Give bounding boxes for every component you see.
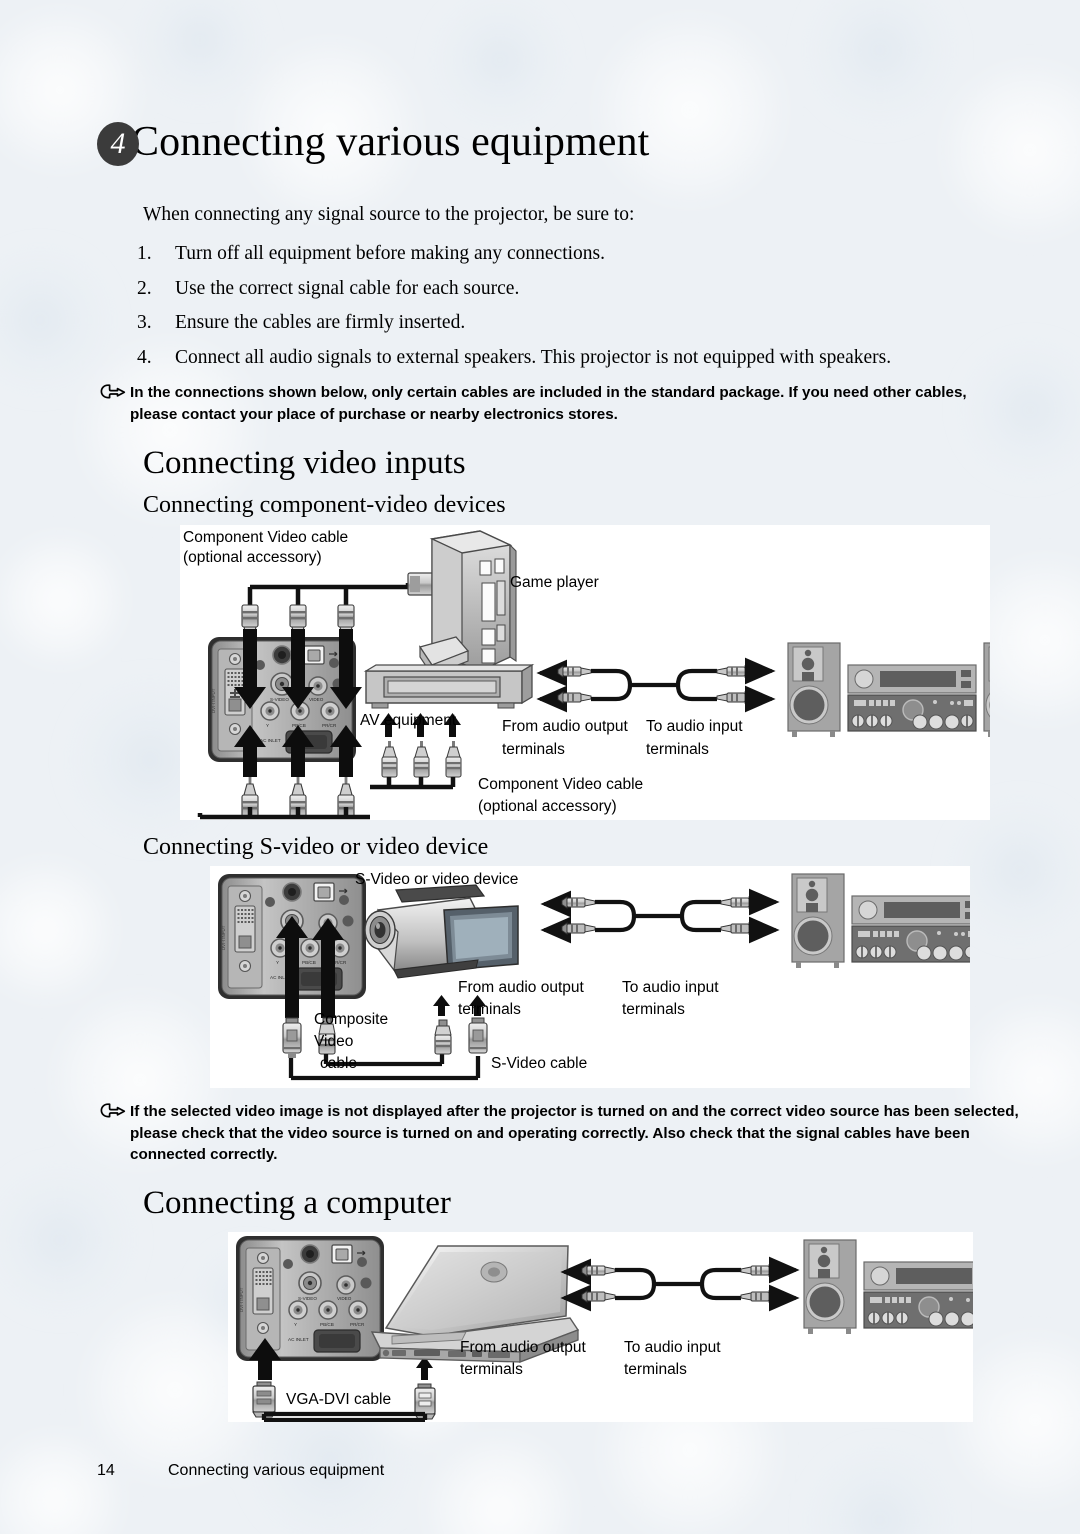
note-text: In the connections shown below, only cer…: [130, 384, 967, 423]
list-item: 2. Use the correct signal cable for each…: [137, 278, 1017, 300]
port-label-dvi: DVI-I INPUT: [211, 688, 216, 713]
chapter-number-badge: 4: [97, 122, 139, 166]
label-from-audio-output-1: From audio output: [502, 718, 628, 735]
audio-cable-left: [536, 659, 717, 713]
label-component-cable-top-2: (optional accessory): [183, 549, 322, 566]
list-item-number: 4.: [137, 346, 152, 368]
chapter-heading: 4 Connecting various equipment: [97, 118, 649, 166]
label-from-audio-output-1: From audio output: [460, 1339, 586, 1356]
label-game-player: Game player: [510, 574, 599, 591]
audio-cable-right: [720, 888, 780, 944]
stereo-system-illustration: [803, 1239, 1053, 1334]
label-to-audio-input-1: To audio input: [646, 718, 743, 735]
port-label-pr: PR/CR: [350, 1322, 365, 1327]
port-label-dvi: DVI-I INPUT: [239, 1287, 244, 1312]
stereo-system-illustration: [787, 642, 1037, 737]
label-component-cable-bot-2: (optional accessory): [478, 798, 617, 815]
list-item-number: 1.: [137, 243, 152, 264]
port-label-dvi: DVI-I INPUT: [221, 925, 226, 950]
port-label-y: Y: [266, 723, 269, 728]
list-item-text: Turn off all equipment before making any…: [175, 243, 605, 264]
intro-paragraph: When connecting any signal source to the…: [143, 204, 635, 225]
list-item-text: Ensure the cables are firmly inserted.: [175, 312, 466, 333]
rca-plug-trio-av: [381, 741, 462, 778]
label-from-audio-output-1: From audio output: [458, 979, 584, 996]
label-vga-dvi-cable: VGA-DVI cable: [286, 1391, 392, 1408]
label-s-video-cable: S-Video cable: [491, 1055, 588, 1072]
audio-cable-left: [560, 1258, 741, 1312]
list-item-number: 2.: [137, 277, 152, 299]
port-label-svideo: S-VIDEO: [270, 697, 289, 702]
list-item-text: Use the correct signal cable for each so…: [175, 277, 520, 299]
connection-arrows-up: [234, 725, 362, 777]
s-video-plug: [282, 1017, 302, 1058]
diagram-computer: DVI-I INPUT S-VIDEO VIDEO Y PB/CB PR/CR …: [228, 1232, 1053, 1423]
port-label-pb: PB/CB: [302, 960, 316, 965]
page-number: 14: [97, 1462, 115, 1479]
port-label-video: VIDEO: [309, 697, 324, 702]
game-player-illustration: [418, 530, 517, 677]
camcorder-illustration: [364, 884, 519, 979]
list-item: 3. Ensure the cables are firmly inserted…: [137, 312, 1017, 334]
heading-connecting-video-inputs: Connecting video inputs: [143, 445, 466, 481]
label-from-audio-output-2: terminals: [502, 741, 565, 758]
note-callout-cables: In the connections shown below, only cer…: [100, 382, 1010, 425]
port-label-y: Y: [276, 960, 279, 965]
port-label-video: VIDEO: [337, 1296, 352, 1301]
list-item: 1. Turn off all equipment before making …: [137, 243, 1017, 265]
vga-dvi-plug-left: [252, 1381, 276, 1418]
note-text: If the selected video image is not displ…: [130, 1103, 1019, 1164]
diagram-component-video: DVI-I INPUT S-VIDEO VIDEO Y PB/CB PR/CR …: [180, 525, 1037, 820]
heading-component-video: Connecting component-video devices: [143, 492, 506, 518]
label-to-audio-input-1: To audio input: [622, 979, 719, 996]
list-item-number: 3.: [137, 312, 152, 333]
projector-rear-panel: DVI-I INPUT S-VIDEO VIDEO: [236, 1236, 384, 1361]
stereo-system-illustration: [791, 873, 1041, 968]
note-callout-troubleshooting: If the selected video image is not displ…: [100, 1101, 1020, 1166]
label-component-cable-bot-1: Component Video cable: [478, 776, 644, 793]
footer-title: Connecting various equipment: [168, 1462, 385, 1479]
port-label-y: Y: [294, 1322, 297, 1327]
list-item-text: Connect all audio signals to external sp…: [175, 346, 892, 368]
port-label-ac-inlet: AC INLET: [288, 1337, 309, 1342]
label-from-audio-output-2: terminals: [460, 1361, 523, 1378]
audio-cable-left: [540, 890, 721, 944]
label-composite-cable-1: Composite: [314, 1011, 389, 1028]
label-from-audio-output-2: terminals: [458, 1001, 521, 1018]
label-av-equipment: AV equipment: [360, 712, 457, 729]
port-label-ac-inlet: AC INLET: [260, 738, 281, 743]
av-equipment-illustration: [363, 663, 535, 709]
pointing-hand-icon: [100, 1101, 130, 1166]
label-component-cable-top-1: Component Video cable: [183, 529, 349, 546]
list-item: 4. Connect all audio signals to external…: [137, 347, 1017, 369]
port-label-pr: PR/CR: [322, 723, 337, 728]
audio-cable-right: [740, 1256, 800, 1312]
port-label-pb: PB/CB: [320, 1322, 334, 1327]
port-label-svideo: S-VIDEO: [298, 1296, 317, 1301]
page-title: Connecting various equipment: [131, 119, 650, 165]
label-to-audio-input-1: To audio input: [624, 1339, 721, 1356]
diagram-s-video: DVI-I INPUT S-VIDEO VIDEO: [210, 866, 1041, 1088]
label-composite-cable-2: Video: [314, 1033, 354, 1050]
connection-arrows-down: [234, 629, 362, 709]
heading-connecting-computer: Connecting a computer: [143, 1185, 451, 1221]
label-to-audio-input-2: terminals: [624, 1361, 687, 1378]
label-to-audio-input-2: terminals: [646, 741, 709, 758]
instruction-list: 1. Turn off all equipment before making …: [137, 243, 1017, 381]
composite-video-plug-right: [434, 1019, 452, 1055]
label-to-audio-input-2: terminals: [622, 1001, 685, 1018]
label-composite-cable-3: cable: [320, 1055, 358, 1072]
s-video-plug-right: [468, 1017, 488, 1054]
pointing-hand-icon: [100, 382, 130, 425]
label-s-video-device: S-Video or video device: [355, 871, 519, 888]
audio-cable-right: [716, 657, 776, 713]
heading-s-video: Connecting S-video or video device: [143, 834, 489, 860]
